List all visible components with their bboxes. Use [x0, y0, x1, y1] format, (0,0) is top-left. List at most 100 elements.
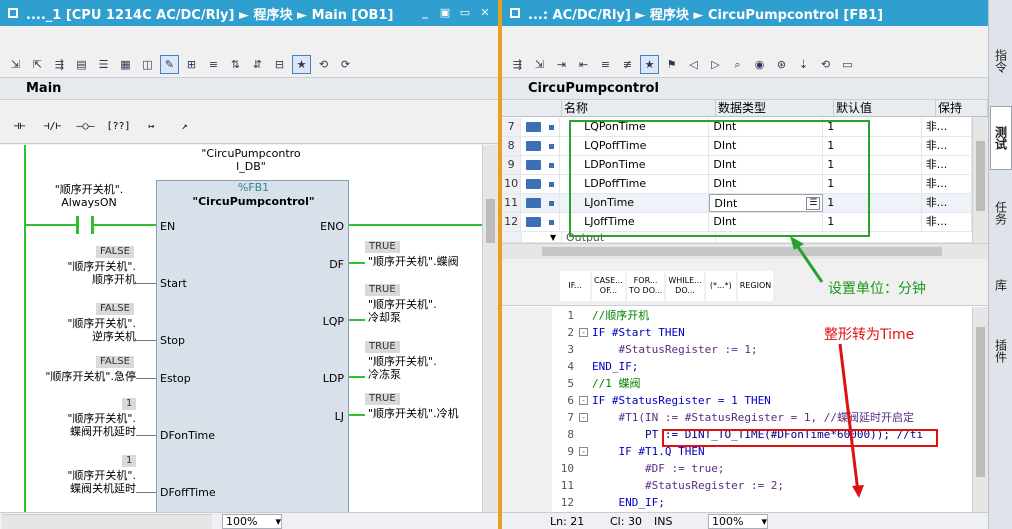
outdent-icon[interactable]: ⇤: [574, 55, 593, 74]
input-label-dfofftime[interactable]: "顺序开关机". 蝶阀关机延时: [30, 469, 136, 495]
fb-instance-db[interactable]: "CircuPumpcontro l_DB": [196, 147, 306, 173]
input-label-estop[interactable]: "顺序开关机".急停: [30, 370, 136, 383]
close-branch-button[interactable]: ↗: [169, 114, 200, 140]
watch-off-icon[interactable]: ⟳: [336, 55, 355, 74]
delete-network-icon[interactable]: ⇱: [28, 55, 47, 74]
tab-instructions[interactable]: 指令: [990, 32, 1012, 90]
watch-on-icon[interactable]: ⟲: [314, 55, 333, 74]
element-icon: [549, 200, 555, 206]
code-text: END_IF;: [592, 496, 665, 509]
row-retain[interactable]: 非...: [922, 213, 972, 231]
row-retain[interactable]: 非...: [922, 156, 972, 174]
list-icon[interactable]: ☰: [94, 55, 113, 74]
col-default[interactable]: 默认值: [834, 100, 936, 116]
add-row-icon[interactable]: ⇲: [530, 55, 549, 74]
insert-row-icon[interactable]: ⇶: [50, 55, 69, 74]
search-icon[interactable]: ⌕: [728, 55, 747, 74]
tab-addins[interactable]: 插件: [990, 326, 1012, 376]
element-icon: [549, 219, 555, 225]
bookmark-next-icon[interactable]: ▷: [706, 55, 725, 74]
bookmark-icon[interactable]: ⚑: [662, 55, 681, 74]
pin-lqp: LQP: [322, 315, 344, 328]
output-label-lqp[interactable]: "顺序开关机". 冷却泵: [368, 298, 437, 324]
ladder-vscroll-thumb[interactable]: [486, 199, 495, 243]
indent-icon[interactable]: ⇥: [552, 55, 571, 74]
bookmark-prev-icon[interactable]: ◁: [684, 55, 703, 74]
fold-toggle-icon[interactable]: -: [579, 396, 588, 405]
monitor-icon[interactable]: ▤: [72, 55, 91, 74]
code-vscroll[interactable]: [972, 307, 988, 512]
ladder-hscroll[interactable]: [2, 513, 212, 529]
operand-icon[interactable]: ≡: [204, 55, 223, 74]
table-vscroll-thumb[interactable]: [976, 141, 985, 211]
insert-row-icon[interactable]: ⇶: [508, 55, 527, 74]
tab-testing[interactable]: 测试: [990, 106, 1012, 170]
insert-network-icon[interactable]: ⇲: [6, 55, 25, 74]
comment-lines-icon[interactable]: ≡: [596, 55, 615, 74]
tab-tasks[interactable]: 任务: [990, 184, 1012, 242]
fb-call-box[interactable]: %FB1 "CircuPumpcontrol" EN Start Stop Es…: [156, 180, 349, 512]
wire-en-2: [94, 224, 156, 226]
fold-toggle-icon[interactable]: -: [579, 328, 588, 337]
output-label-lj[interactable]: "顺序开关机".冷机: [368, 407, 459, 420]
restore-icon[interactable]: ▣: [438, 5, 452, 19]
input-label-stop[interactable]: "顺序开关机". 逆序关机: [30, 317, 136, 343]
favorites-icon[interactable]: ★: [640, 55, 659, 74]
nc-contact-button[interactable]: ⊣/⊢: [37, 114, 68, 140]
input-label-dfontime[interactable]: "顺序开关机". 蝶阀开机延时: [30, 412, 136, 438]
col-retain[interactable]: 保持: [936, 100, 988, 116]
grid-icon[interactable]: ⊟: [270, 55, 289, 74]
minimize-icon[interactable]: _: [418, 5, 432, 19]
code-vscroll-thumb[interactable]: [976, 327, 985, 477]
fold-toggle-icon[interactable]: -: [579, 447, 588, 456]
for-button[interactable]: FOR... TO DO...: [626, 270, 665, 301]
abs-icon[interactable]: ⇵: [248, 55, 267, 74]
tab-libraries[interactable]: 库: [990, 260, 1012, 310]
ladder-network[interactable]: "CircuPumpcontro l_DB" "顺序开关机". AlwaysON…: [0, 145, 482, 512]
breakpoint-icon[interactable]: ⊛: [772, 55, 791, 74]
align-icon[interactable]: ⇅: [226, 55, 245, 74]
coil-button[interactable]: –○–: [70, 114, 101, 140]
collapse-triangle-icon[interactable]: ▼: [550, 232, 556, 242]
comment-icon[interactable]: ✎: [160, 55, 179, 74]
split-icon[interactable]: ◫: [138, 55, 157, 74]
row-retain[interactable]: 非...: [922, 118, 972, 136]
case-button[interactable]: CASE... OF...: [592, 270, 625, 301]
output-label-ldp[interactable]: "顺序开关机". 冷冻泵: [368, 355, 437, 381]
favorites-icon[interactable]: ★: [292, 55, 311, 74]
input-label-start[interactable]: "顺序开关机". 顺序开机: [30, 260, 136, 286]
right-zoom-select[interactable]: 100% ▾: [708, 513, 768, 529]
step-icon[interactable]: ⇣: [794, 55, 813, 74]
table-icon[interactable]: ▦: [116, 55, 135, 74]
while-button[interactable]: WHILE... DO...: [666, 270, 704, 301]
no-contact-button[interactable]: ⊣⊢: [4, 114, 35, 140]
contact-operand[interactable]: "顺序开关机". AlwaysON: [30, 183, 148, 209]
empty-box-button[interactable]: [??]: [103, 114, 134, 140]
col-name[interactable]: 名称: [562, 100, 716, 116]
row-retain[interactable]: 非...: [922, 194, 972, 212]
uncomment-icon[interactable]: ≢: [618, 55, 637, 74]
line-number: 4: [567, 360, 574, 373]
monitor-icon[interactable]: ◉: [750, 55, 769, 74]
table-vscroll[interactable]: [972, 117, 988, 243]
if-button[interactable]: IF...: [560, 270, 590, 301]
pin-dfofftime: DFoffTime: [160, 486, 216, 499]
float-icon[interactable]: ▭: [458, 5, 472, 19]
output-label-df[interactable]: "顺序开关机".蝶阀: [368, 255, 459, 268]
table-hscroll-thumb[interactable]: [542, 247, 942, 256]
symbol-icon[interactable]: ⊞: [182, 55, 201, 74]
table-hscroll[interactable]: [502, 243, 988, 259]
ladder-vscroll[interactable]: [482, 145, 498, 512]
col-type[interactable]: 数据类型: [716, 100, 834, 116]
close-icon[interactable]: ✕: [478, 5, 492, 19]
watch-icon[interactable]: ⟲: [816, 55, 835, 74]
fold-toggle-icon[interactable]: -: [579, 413, 588, 422]
layout-icon[interactable]: ▭: [838, 55, 857, 74]
row-retain[interactable]: 非...: [922, 175, 972, 193]
row-retain[interactable]: 非...: [922, 137, 972, 155]
open-branch-button[interactable]: ↦: [136, 114, 167, 140]
region-button[interactable]: REGION: [737, 270, 774, 301]
wire-eno: [349, 224, 482, 226]
comment-block-button[interactable]: (*...*): [705, 270, 736, 301]
left-zoom-select[interactable]: 100% ▾: [222, 513, 282, 529]
